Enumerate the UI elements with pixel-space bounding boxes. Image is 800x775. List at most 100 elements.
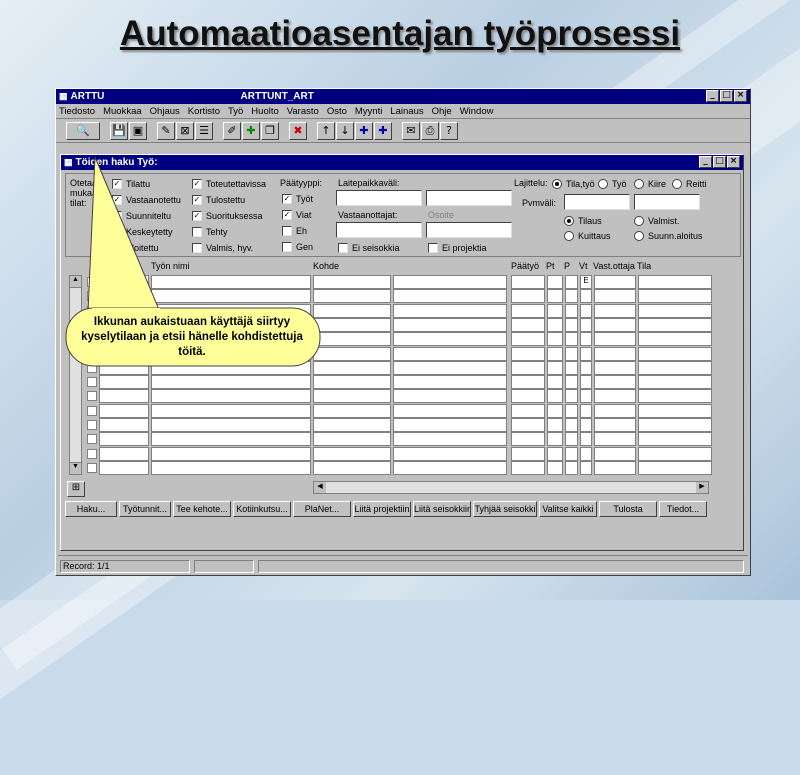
table-cell[interactable] <box>638 418 712 432</box>
notes-icon[interactable]: ✉ <box>402 121 420 140</box>
table-cell[interactable] <box>393 289 507 304</box>
table-cell[interactable] <box>99 446 149 461</box>
table-cell[interactable] <box>313 403 391 418</box>
menu-window[interactable]: Window <box>460 106 494 117</box>
menu-myynti[interactable]: Myynti <box>355 106 382 117</box>
table-cell[interactable] <box>547 346 563 361</box>
table-cell[interactable] <box>565 389 578 404</box>
table-cell[interactable] <box>638 375 712 390</box>
table-cell[interactable] <box>511 346 545 361</box>
row-select-checkbox[interactable] <box>87 391 97 402</box>
table-cell[interactable] <box>393 446 507 461</box>
table-cell[interactable] <box>594 403 636 418</box>
scroll-up-icon[interactable]: ▲ <box>70 276 81 288</box>
table-cell[interactable] <box>313 418 391 432</box>
table-cell[interactable] <box>511 289 545 304</box>
clear-icon[interactable]: ⊠ <box>176 121 194 140</box>
table-cell[interactable] <box>547 432 563 447</box>
table-cell[interactable] <box>638 360 712 375</box>
table-cell[interactable] <box>594 432 636 447</box>
receiver-field[interactable] <box>336 222 422 238</box>
radio-sort-kiire[interactable] <box>634 179 644 189</box>
table-cell[interactable] <box>594 332 636 347</box>
add-icon[interactable]: ✚ <box>242 121 260 140</box>
table-cell[interactable] <box>594 389 636 404</box>
table-cell[interactable] <box>594 418 636 432</box>
table-cell[interactable] <box>547 317 563 332</box>
menu-huolto[interactable]: Huolto <box>251 106 278 117</box>
table-cell[interactable] <box>511 389 545 404</box>
row-select-checkbox[interactable] <box>87 434 97 445</box>
date-from-field[interactable] <box>564 194 630 210</box>
table-cell[interactable] <box>547 360 563 375</box>
table-cell[interactable] <box>99 375 149 390</box>
table-cell[interactable] <box>511 432 545 447</box>
table-cell[interactable] <box>580 346 592 361</box>
address-field[interactable] <box>426 222 512 238</box>
table-cell[interactable] <box>547 303 563 318</box>
table-cell[interactable] <box>511 332 545 347</box>
table-cell[interactable] <box>511 317 545 332</box>
table-cell[interactable] <box>151 403 311 418</box>
table-cell[interactable] <box>151 446 311 461</box>
radio-date-kuittaus[interactable] <box>564 231 574 241</box>
save-icon[interactable]: 💾 <box>110 121 128 140</box>
table-cell[interactable] <box>393 432 507 447</box>
table-cell[interactable]: E <box>580 275 592 289</box>
table-cell[interactable] <box>151 289 311 304</box>
date-to-field[interactable] <box>634 194 700 210</box>
check-no-project[interactable] <box>428 243 438 253</box>
table-cell[interactable] <box>594 289 636 304</box>
check-suorituksessa[interactable]: ✓ <box>192 211 202 221</box>
table-cell[interactable] <box>565 375 578 390</box>
search-maximize-button[interactable]: □ <box>713 156 726 168</box>
kotiinkutsu-button[interactable]: Kotiinkutsu... <box>233 501 291 517</box>
plus-blue-icon[interactable]: ✚ <box>355 121 373 140</box>
radio-sort-tyo[interactable] <box>598 179 608 189</box>
close-button[interactable]: × <box>734 90 747 102</box>
help-icon[interactable]: ? <box>440 121 458 140</box>
table-cell[interactable] <box>638 389 712 404</box>
table-cell[interactable] <box>565 317 578 332</box>
planet-button[interactable]: PlaNet... <box>293 501 351 517</box>
table-cell[interactable] <box>565 432 578 447</box>
haku-button[interactable]: Haku... <box>65 501 117 517</box>
table-cell[interactable] <box>565 346 578 361</box>
table-cell[interactable] <box>594 460 636 475</box>
check-tulostettu[interactable]: ✓ <box>192 195 202 205</box>
table-cell[interactable] <box>580 446 592 461</box>
menu-osto[interactable]: Osto <box>327 106 347 117</box>
table-cell[interactable] <box>99 275 149 289</box>
row-select-checkbox[interactable] <box>87 277 97 287</box>
table-cell[interactable] <box>547 446 563 461</box>
grid-vertical-scrollbar[interactable]: ▲ ▼ <box>69 275 82 475</box>
table-cell[interactable] <box>313 332 391 347</box>
tyotunnit-button[interactable]: Työtunnit... <box>119 501 171 517</box>
check-toteutettavissa[interactable]: ✓ <box>192 179 202 189</box>
scroll-left-icon[interactable]: ◀ <box>314 482 326 493</box>
radio-date-suunn[interactable] <box>634 231 644 241</box>
table-cell[interactable] <box>580 403 592 418</box>
table-cell[interactable] <box>594 317 636 332</box>
table-cell[interactable] <box>393 403 507 418</box>
table-cell[interactable] <box>547 289 563 304</box>
table-cell[interactable] <box>580 375 592 390</box>
table-cell[interactable] <box>565 446 578 461</box>
row-select-checkbox[interactable] <box>87 462 97 473</box>
grid-layout-icon[interactable]: ⊞ <box>67 481 85 497</box>
table-cell[interactable] <box>393 332 507 347</box>
menu-kortisto[interactable]: Kortisto <box>188 106 220 117</box>
table-cell[interactable] <box>547 403 563 418</box>
table-cell[interactable] <box>638 346 712 361</box>
check-no-stops[interactable] <box>338 243 348 253</box>
table-cell[interactable] <box>511 460 545 475</box>
row-select-checkbox[interactable] <box>87 362 97 373</box>
table-cell[interactable] <box>638 432 712 447</box>
horizontal-scrollbar[interactable]: ◀ ▶ <box>313 481 709 494</box>
tee-kehote-button[interactable]: Tee kehote... <box>173 501 231 517</box>
valitse-kaikki-button[interactable]: Valitse kaikki <box>539 501 597 517</box>
row-select-checkbox[interactable] <box>87 291 97 302</box>
menu-muokkaa[interactable]: Muokkaa <box>103 106 142 117</box>
table-cell[interactable] <box>151 275 311 289</box>
table-cell[interactable] <box>313 346 391 361</box>
